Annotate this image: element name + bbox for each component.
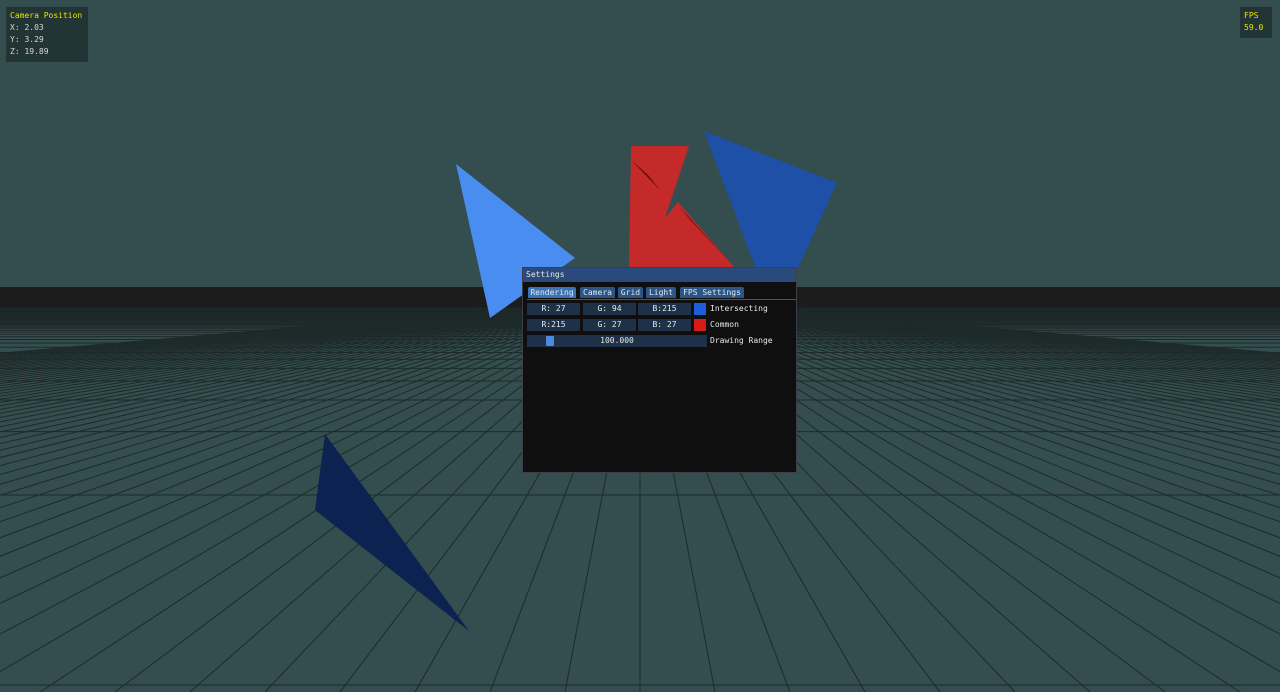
intersecting-label: Intersecting (710, 304, 768, 313)
camera-z-value: Z: 19.89 (10, 47, 49, 56)
tab-light[interactable]: Light (646, 287, 676, 298)
intersecting-r-field[interactable]: R: 27 (527, 303, 580, 315)
fps-value: 59.0 (1244, 23, 1264, 32)
intersecting-b-field[interactable]: B:215 (638, 303, 691, 315)
tab-rendering[interactable]: Rendering (528, 287, 576, 298)
drawing-range-label: Drawing Range (710, 336, 773, 345)
common-r-field[interactable]: R:215 (527, 319, 580, 331)
fps-title: FPS (1244, 11, 1259, 20)
camera-y-value: Y: 3.29 (10, 35, 44, 44)
drawing-range-value: 100.000 (600, 336, 634, 345)
drawing-range-slider-grab[interactable] (546, 336, 555, 346)
camera-x-value: X: 2.03 (10, 23, 44, 32)
common-label: Common (710, 320, 739, 329)
settings-tab-bar: Rendering Camera Grid Light FPS Settings (527, 287, 796, 300)
camera-position-title: Camera Position (10, 11, 83, 20)
common-g-field[interactable]: G: 27 (583, 319, 636, 331)
settings-title: Settings (526, 270, 565, 279)
drawing-range-slider[interactable]: 100.000 (527, 335, 707, 347)
settings-window[interactable]: Settings Rendering Camera Grid Light FPS… (522, 267, 797, 473)
common-b-field[interactable]: B: 27 (638, 319, 691, 331)
tab-fps-settings[interactable]: FPS Settings (680, 287, 744, 298)
intersecting-g-field[interactable]: G: 94 (583, 303, 636, 315)
tab-camera[interactable]: Camera (580, 287, 615, 298)
intersecting-color-swatch[interactable] (694, 303, 706, 315)
settings-titlebar[interactable]: Settings (523, 268, 796, 282)
camera-position-overlay: Camera Position X: 2.03 Y: 3.29 Z: 19.89 (6, 7, 88, 62)
tab-grid[interactable]: Grid (618, 287, 643, 298)
common-color-swatch[interactable] (694, 319, 706, 331)
fps-overlay: FPS 59.0 (1240, 7, 1272, 38)
